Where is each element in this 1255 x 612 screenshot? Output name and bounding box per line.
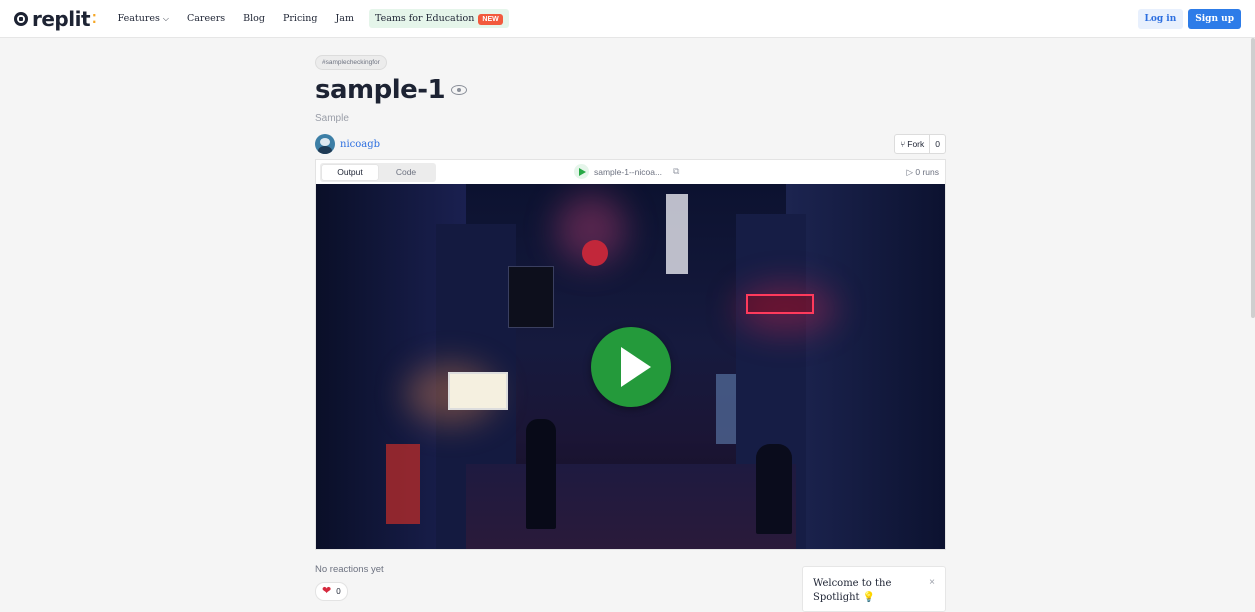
- signup-button[interactable]: Sign up: [1188, 9, 1241, 29]
- external-link-icon[interactable]: ⧉: [673, 166, 679, 177]
- nav-jam[interactable]: Jam: [327, 13, 363, 24]
- nav-blog[interactable]: Blog: [234, 13, 274, 24]
- vertical-sign: [716, 374, 736, 444]
- author-name[interactable]: nicoagb: [340, 139, 380, 150]
- neon-sign: [746, 294, 814, 314]
- nav-careers[interactable]: Careers: [178, 13, 234, 24]
- repl-description: Sample: [315, 113, 349, 124]
- fork-button[interactable]: ⑂ Fork: [895, 135, 931, 153]
- cover-image[interactable]: [316, 184, 945, 549]
- play-outline-icon: ▷: [906, 166, 913, 177]
- play-button[interactable]: [591, 327, 671, 407]
- author-row: nicoagb ⑂ Fork 0: [315, 133, 946, 155]
- repl-content: #samplecheckingfor sample-1 Sample nicoa…: [315, 38, 946, 601]
- replit-logo-icon: [14, 11, 28, 26]
- heart-count: 0: [336, 587, 341, 596]
- run-name[interactable]: sample-1--nicoa...: [594, 167, 662, 177]
- poster: [386, 444, 420, 524]
- top-navbar: replit ⁚ Features ⌵ Careers Blog Pricing …: [0, 0, 1255, 38]
- title-row: sample-1: [315, 75, 946, 105]
- run-info[interactable]: sample-1--nicoa... ⧉: [574, 164, 679, 179]
- onyx-sign: [508, 266, 554, 328]
- logo-accent-icon: ⁚: [92, 11, 97, 26]
- player-toolbar: Output Code sample-1--nicoa... ⧉ ▷ 0 run…: [316, 160, 945, 184]
- replit-logo[interactable]: replit ⁚: [14, 7, 97, 31]
- page-title: sample-1: [315, 75, 446, 105]
- spotlight-popup: Welcome to the Spotlight 💡 ×: [802, 566, 946, 612]
- run-play-icon[interactable]: [574, 164, 589, 179]
- chevron-down-icon: ⌵: [162, 14, 169, 23]
- spotlight-text: Welcome to the Spotlight 💡: [813, 578, 892, 603]
- main-nav: Features ⌵ Careers Blog Pricing Jam Teams…: [109, 9, 509, 28]
- new-badge: NEW: [478, 14, 503, 25]
- fork-count: 0: [935, 139, 940, 149]
- auth-buttons: Log in Sign up: [1137, 9, 1241, 29]
- fork-group: ⑂ Fork 0: [894, 134, 946, 154]
- warning-sign: [448, 372, 508, 410]
- page-scrollbar[interactable]: [1251, 38, 1255, 318]
- login-button[interactable]: Log in: [1137, 9, 1184, 29]
- eye-icon: [451, 85, 468, 95]
- heart-icon: ❤: [322, 585, 332, 597]
- pedestrian: [526, 419, 556, 529]
- nav-features[interactable]: Features ⌵: [109, 13, 178, 24]
- close-icon[interactable]: ×: [929, 577, 935, 588]
- street: [466, 464, 796, 549]
- fork-icon: ⑂: [900, 139, 906, 149]
- repl-tag[interactable]: #samplecheckingfor: [315, 55, 387, 70]
- nav-pricing[interactable]: Pricing: [274, 13, 327, 24]
- logo-text: replit: [32, 6, 91, 31]
- vertical-sign: [666, 194, 688, 274]
- heart-reaction-button[interactable]: ❤ 0: [315, 582, 348, 601]
- runs-count: ▷ 0 runs: [906, 166, 939, 177]
- author[interactable]: nicoagb: [315, 134, 380, 154]
- lightbulb-icon: 💡: [862, 591, 876, 603]
- repl-player: Output Code sample-1--nicoa... ⧉ ▷ 0 run…: [315, 159, 946, 550]
- tab-code[interactable]: Code: [378, 165, 434, 180]
- tab-output[interactable]: Output: [322, 164, 378, 180]
- round-sign: [582, 240, 608, 266]
- view-tabs: Output Code: [320, 162, 436, 182]
- right-building: [786, 184, 945, 549]
- nav-teams-for-education[interactable]: Teams for Education NEW: [368, 9, 509, 28]
- avatar[interactable]: [315, 134, 335, 154]
- pedestrian: [756, 444, 792, 534]
